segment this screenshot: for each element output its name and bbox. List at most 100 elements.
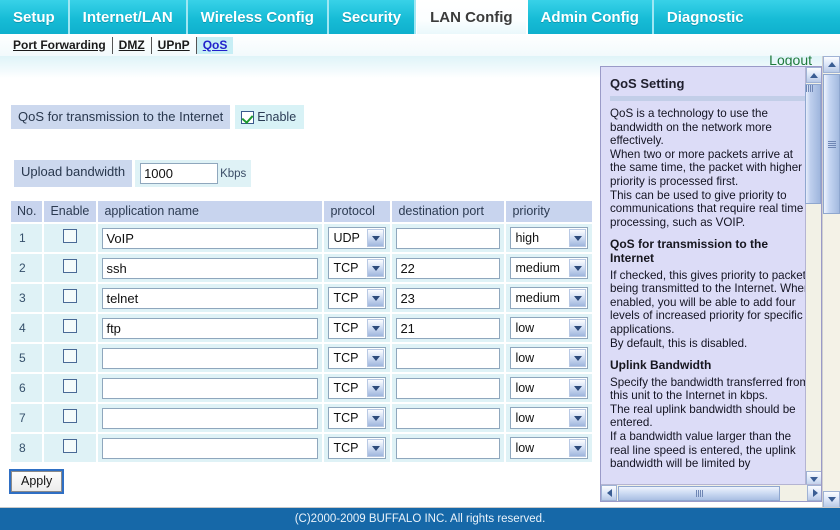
priority-select[interactable]: low xyxy=(510,437,589,459)
chevron-right-icon[interactable] xyxy=(807,485,821,501)
destination-port-input[interactable] xyxy=(396,257,501,279)
application-name-input[interactable] xyxy=(102,317,319,339)
destination-port-input[interactable] xyxy=(396,407,501,429)
nav-tab-security[interactable]: Security xyxy=(329,0,417,34)
row-enable-checkbox[interactable] xyxy=(63,378,78,393)
protocol-select[interactable]: TCP xyxy=(328,377,387,399)
chevron-down-icon[interactable] xyxy=(367,289,385,307)
application-name-input[interactable] xyxy=(102,407,319,429)
chevron-down-icon[interactable] xyxy=(367,439,385,457)
subnav-tab-upnp[interactable]: UPnP xyxy=(152,36,197,54)
page-scroll-thumb[interactable] xyxy=(823,74,840,214)
destination-port-input[interactable] xyxy=(396,227,501,249)
page-chevron-down-icon[interactable] xyxy=(823,491,840,508)
qos-rules-table: No. Enable application name protocol destina… xyxy=(9,199,595,464)
chevron-down-icon[interactable] xyxy=(569,319,587,337)
nav-tab-lan-config[interactable]: LAN Config xyxy=(416,0,528,34)
help-horizontal-scrollbar[interactable] xyxy=(601,484,821,501)
protocol-select[interactable]: UDP xyxy=(328,227,387,249)
row-destination-port-cell xyxy=(392,254,505,282)
help-section-uplink-bandwidth-title: Uplink Bandwidth xyxy=(610,358,712,373)
chevron-down-icon[interactable] xyxy=(569,259,587,277)
destination-port-input[interactable] xyxy=(396,437,501,459)
application-name-input[interactable] xyxy=(102,227,319,249)
row-number: 4 xyxy=(11,314,43,342)
chevron-down-icon[interactable] xyxy=(367,379,385,397)
row-enable-checkbox[interactable] xyxy=(63,438,78,453)
qos-enable-control[interactable]: Enable xyxy=(235,105,305,129)
upload-bandwidth-input[interactable] xyxy=(140,163,219,184)
row-protocol-cell: TCP xyxy=(324,344,391,372)
row-number: 1 xyxy=(11,224,43,252)
chevron-down-icon[interactable] xyxy=(569,379,587,397)
page-chevron-up-icon[interactable] xyxy=(823,56,840,73)
table-body: 1 UDP high 2 TCP medium 3 TCP medium 4 TCP low 5 TCP l… xyxy=(11,224,593,462)
chevron-down-icon[interactable] xyxy=(569,409,587,427)
row-number: 2 xyxy=(11,254,43,282)
nav-tab-wireless-config[interactable]: Wireless Config xyxy=(188,0,329,34)
priority-select[interactable]: medium xyxy=(510,257,589,279)
row-destination-port-cell xyxy=(392,224,505,252)
chevron-down-icon[interactable] xyxy=(367,349,385,367)
nav-tab-internet-lan[interactable]: Internet/LAN xyxy=(70,0,188,34)
priority-select[interactable]: low xyxy=(510,407,589,429)
subnav-tab-port-forwarding[interactable]: Port Forwarding xyxy=(7,36,113,54)
chevron-down-icon[interactable] xyxy=(367,409,385,427)
row-number: 3 xyxy=(11,284,43,312)
column-header-application-name: application name xyxy=(98,201,323,222)
chevron-down-icon[interactable] xyxy=(367,259,385,277)
chevron-down-icon[interactable] xyxy=(569,439,587,457)
destination-port-input[interactable] xyxy=(396,377,501,399)
row-enable-checkbox[interactable] xyxy=(63,408,78,423)
application-name-input[interactable] xyxy=(102,437,319,459)
help-vertical-scrollbar[interactable] xyxy=(805,67,821,487)
priority-select[interactable]: low xyxy=(510,347,589,369)
priority-select[interactable]: medium xyxy=(510,287,589,309)
row-protocol-cell: TCP xyxy=(324,314,391,342)
nav-tab-diagnostic[interactable]: Diagnostic xyxy=(654,0,757,34)
help-hscroll-thumb[interactable] xyxy=(618,485,780,501)
application-name-input[interactable] xyxy=(102,377,319,399)
table-row: 6 TCP low xyxy=(11,374,593,402)
chevron-left-icon[interactable] xyxy=(601,485,617,501)
protocol-select[interactable]: TCP xyxy=(328,437,387,459)
row-enable-checkbox[interactable] xyxy=(63,288,78,303)
protocol-select[interactable]: TCP xyxy=(328,287,387,309)
row-enable-checkbox[interactable] xyxy=(63,258,78,273)
table-row: 2 TCP medium xyxy=(11,254,593,282)
chevron-down-icon[interactable] xyxy=(569,289,587,307)
application-name-input[interactable] xyxy=(102,347,319,369)
priority-select[interactable]: low xyxy=(510,377,589,399)
apply-button[interactable]: Apply xyxy=(8,469,65,494)
column-header-priority: priority xyxy=(506,201,593,222)
row-number: 8 xyxy=(11,434,43,462)
priority-select[interactable]: high xyxy=(510,227,589,249)
application-name-input[interactable] xyxy=(102,287,319,309)
nav-tab-setup[interactable]: Setup xyxy=(0,0,70,34)
row-application-cell xyxy=(98,344,323,372)
qos-enable-checkbox[interactable] xyxy=(241,110,255,124)
priority-select[interactable]: low xyxy=(510,317,589,339)
chevron-up-icon[interactable] xyxy=(806,67,821,83)
application-name-input[interactable] xyxy=(102,257,319,279)
protocol-select[interactable]: TCP xyxy=(328,317,387,339)
destination-port-input[interactable] xyxy=(396,317,501,339)
chevron-down-icon[interactable] xyxy=(367,229,385,247)
nav-tab-admin-config[interactable]: Admin Config xyxy=(528,0,654,34)
row-enable-checkbox[interactable] xyxy=(63,228,78,243)
protocol-select[interactable]: TCP xyxy=(328,407,387,429)
chevron-down-icon[interactable] xyxy=(569,349,587,367)
qos-transmission-label: QoS for transmission to the Internet xyxy=(11,105,231,129)
destination-port-input[interactable] xyxy=(396,347,501,369)
row-enable-checkbox[interactable] xyxy=(63,318,78,333)
subnav-tab-dmz[interactable]: DMZ xyxy=(113,36,152,54)
destination-port-input[interactable] xyxy=(396,287,501,309)
chevron-down-icon[interactable] xyxy=(367,319,385,337)
protocol-select[interactable]: TCP xyxy=(328,257,387,279)
page-vertical-scrollbar[interactable] xyxy=(822,56,840,508)
protocol-select[interactable]: TCP xyxy=(328,347,387,369)
row-enable-checkbox[interactable] xyxy=(63,348,78,363)
subnav-tab-qos[interactable]: QoS xyxy=(196,36,234,54)
chevron-down-icon[interactable] xyxy=(569,229,587,247)
help-scroll-thumb[interactable] xyxy=(805,84,821,204)
